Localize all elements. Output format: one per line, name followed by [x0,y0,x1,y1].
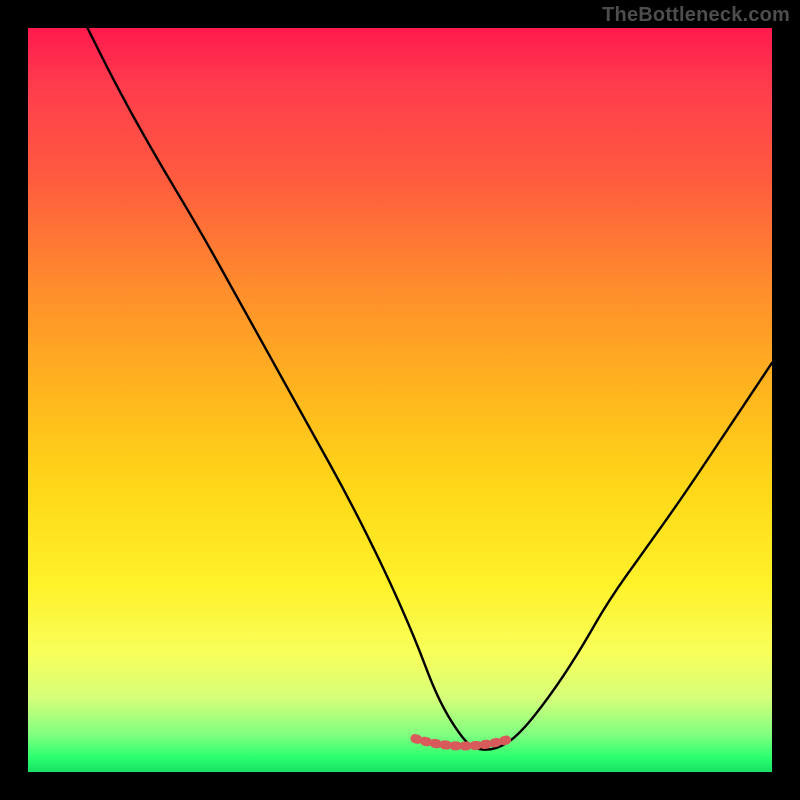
watermark-text: TheBottleneck.com [602,4,790,27]
chart-svg [28,28,772,772]
plot-area [28,28,772,772]
chart-frame: TheBottleneck.com [0,0,800,800]
bottleneck-curve [88,28,772,750]
